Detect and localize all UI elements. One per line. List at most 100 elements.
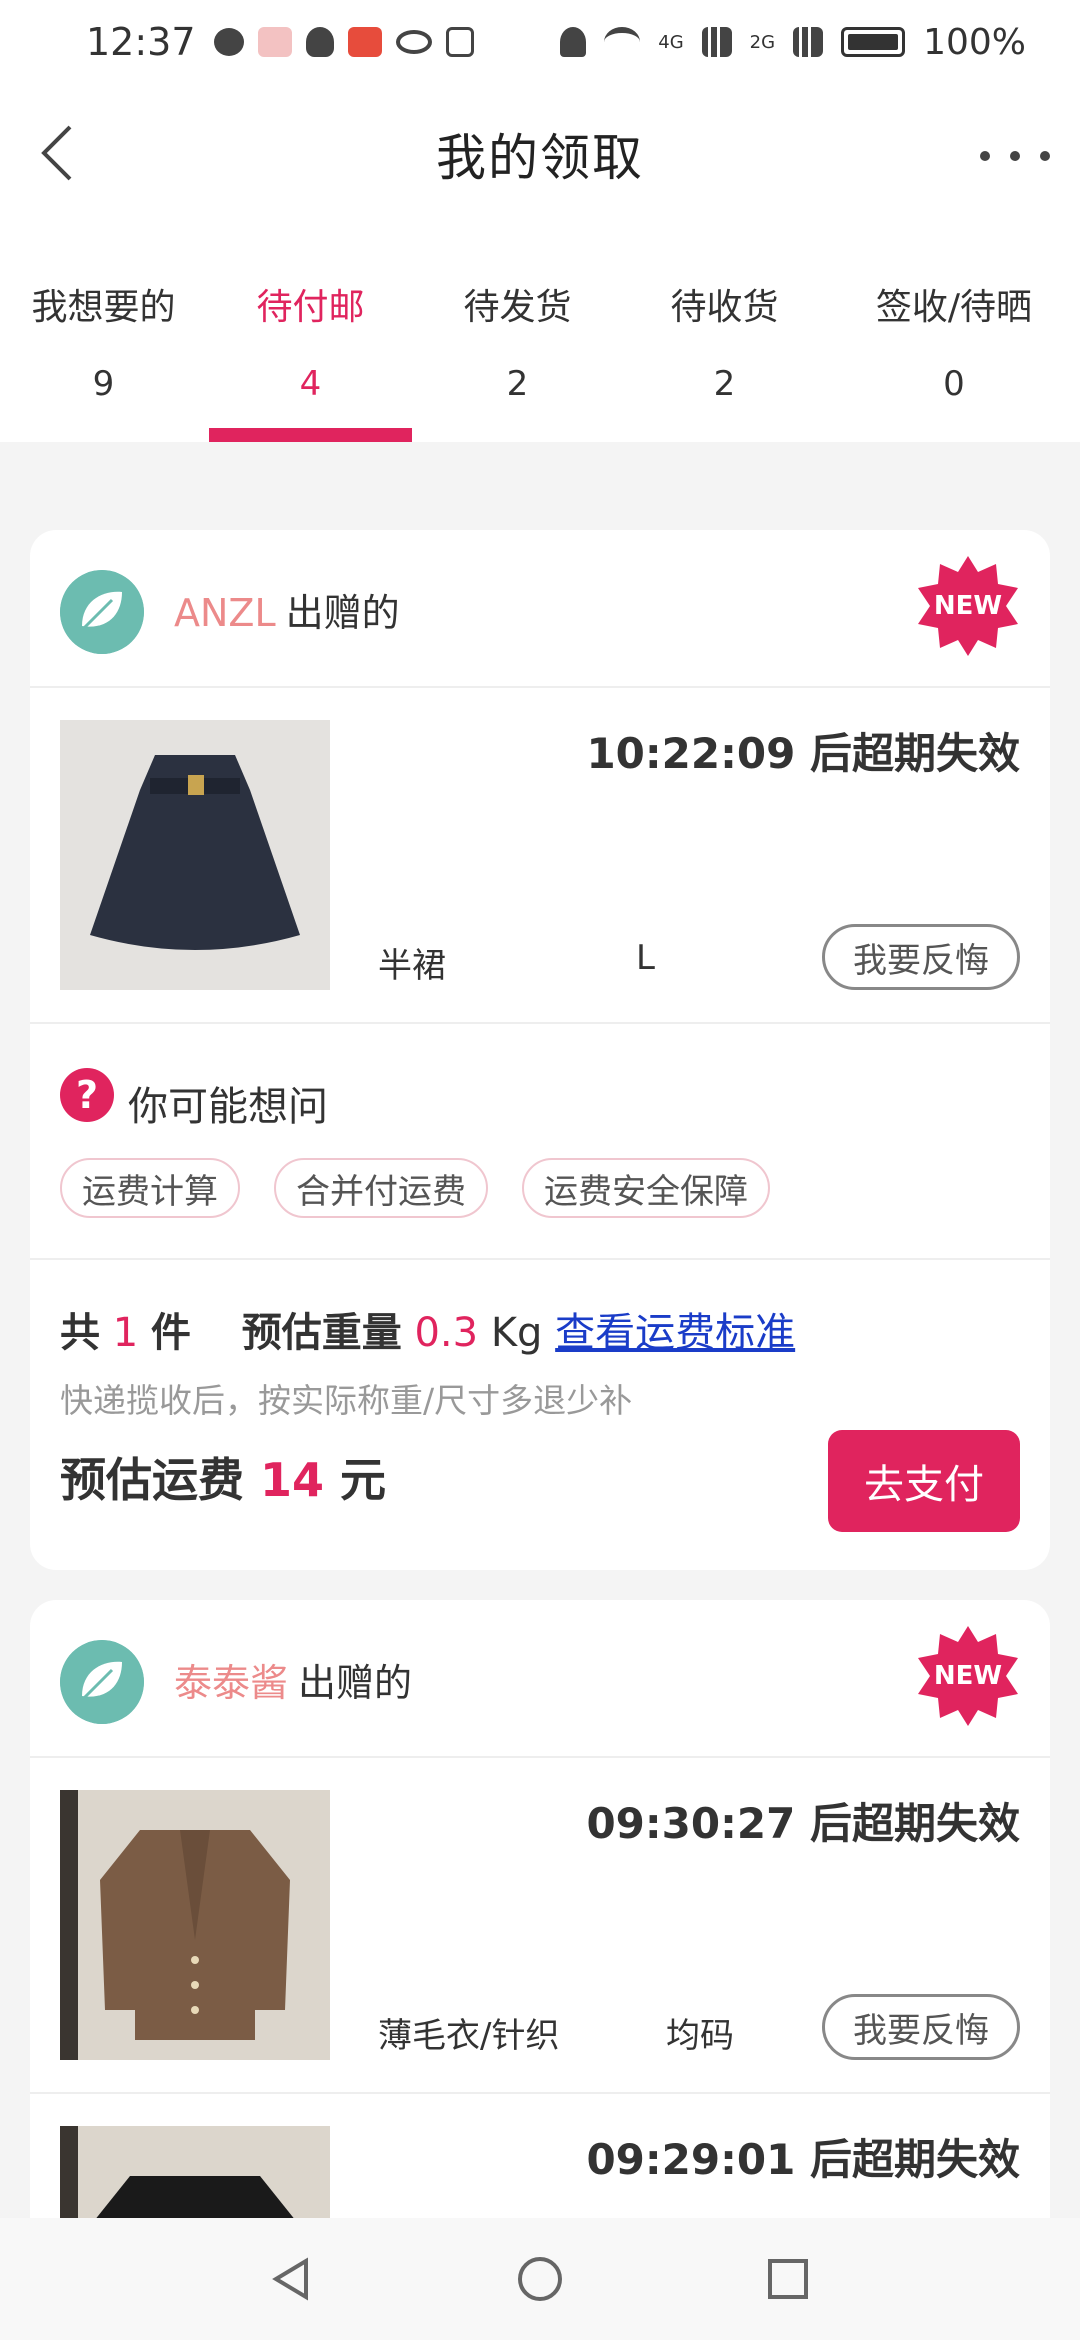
item-photo[interactable] [60,1790,330,2060]
tab-label: 待收货 [670,287,779,328]
tab-label: 签收/待晒 [875,287,1033,328]
eye-icon [395,30,432,54]
faq-chip-shipping-calc[interactable]: 运费计算 [60,1158,240,1218]
fee-unit: 元 [340,1453,387,1507]
leaf-avatar-icon [60,570,144,654]
new-badge: NEW [916,1624,1020,1728]
new-badge-text: NEW [933,1661,1003,1691]
back-button[interactable] [28,118,88,188]
tab-count: 4 [299,364,322,404]
faq-chip-shipping-guarantee[interactable]: 运费安全保障 [522,1158,770,1218]
expire-countdown: 09:29:01 后超期失效 [586,2135,1020,2184]
tab-pending-receipt[interactable]: 待收货 2 [621,224,828,442]
app-notification-icon [257,27,292,57]
donor-name[interactable]: 泰泰酱 [174,1661,288,1705]
tab-count: 2 [506,364,529,404]
donor-name[interactable]: ANZL [174,591,276,635]
active-tab-indicator [209,428,412,442]
expire-countdown: 10:22:09 后超期失效 [586,729,1020,778]
system-nav-bar [0,2218,1080,2340]
status-right: 4G 2G 100% [560,22,1026,63]
count-prefix: 共 [60,1310,100,1356]
status-bar: 12:37 4G 2G 100% [0,0,1080,84]
weight-unit: Kg [490,1310,543,1356]
huawei-store-icon [347,27,382,57]
new-badge: NEW [916,554,1020,658]
status-time: 12:37 [86,20,196,64]
page-title: 我的领取 [436,129,644,187]
item-category: 薄毛衣/针织 [378,2016,560,2056]
network-4g-icon: 4G [658,31,684,53]
question-icon: ? [60,1068,114,1122]
faq-chip-combined-postage[interactable]: 合并付运费 [274,1158,488,1218]
more-button[interactable] [980,136,1050,176]
new-badge-text: NEW [933,591,1003,621]
battery-percent: 100% [923,21,1026,63]
more-dot-icon [980,151,990,161]
donor-suffix: 出赠的 [285,591,400,635]
signal-icon-2 [793,27,824,57]
donor-text: 泰泰酱 出赠的 [174,1652,412,1707]
weight-line: 共 1 件 预估重量 0.3 Kg 查看运费标准 [60,1300,795,1358]
order-tabs: 我想要的 9 待付邮 4 待发货 2 待收货 2 签收/待晒 0 [0,224,1080,442]
donor-row[interactable]: 泰泰酱 出赠的 NEW [30,1600,1050,1758]
skirt-image [60,720,330,990]
mute-icon [560,27,587,57]
donor-suffix: 出赠的 [298,1661,413,1705]
wechat-icon [213,28,244,56]
tab-count: 2 [713,364,736,404]
tab-count: 0 [943,364,965,404]
fee-label: 预估运费 [60,1453,244,1507]
tab-count: 9 [92,364,115,404]
weight-value: 0.3 [414,1310,479,1356]
cardigan-image [60,1790,330,2060]
home-circle-icon[interactable] [516,2255,564,2303]
donor-text: ANZL 出赠的 [174,582,400,637]
avatar[interactable] [60,1640,144,1724]
nav-bar: 我的领取 [0,84,1080,224]
leaf-avatar-icon [60,1640,144,1724]
tab-pending-shipment[interactable]: 待发货 2 [414,224,621,442]
tab-label: 待发货 [463,287,572,328]
recents-square-icon[interactable] [764,2255,812,2303]
item-size: 均码 [666,2016,734,2056]
tab-received-review[interactable]: 签收/待晒 0 [828,224,1080,442]
back-triangle-icon[interactable] [268,2255,316,2303]
count-suffix: 件 [150,1310,191,1356]
donor-row[interactable]: ANZL 出赠的 NEW [30,530,1050,688]
signal-icon [701,27,732,57]
tab-pending-postage[interactable]: 待付邮 4 [207,224,414,442]
tab-label: 我想要的 [31,287,176,328]
more-dot-icon [1010,151,1020,161]
shipping-standard-link[interactable]: 查看运费标准 [555,1310,795,1356]
shipping-note: 快递揽收后，按实际称重/尺寸多退少补 [60,1381,633,1420]
network-2g-icon: 2G [749,31,776,53]
back-arrow-icon [41,125,72,181]
tab-label: 待付邮 [256,287,365,328]
faq-title: 你可能想问 [128,1084,328,1130]
payment-summary: 共 1 件 预估重量 0.3 Kg 查看运费标准 快递揽收后，按实际称重/尺寸多… [30,1260,1050,1570]
faq-section: ? 你可能想问 运费计算 合并付运费 运费安全保障 [30,1024,1050,1260]
weight-label: 预估重量 [241,1310,402,1356]
tab-wanted[interactable]: 我想要的 9 [0,224,207,442]
avatar[interactable] [60,570,144,654]
regret-button[interactable]: 我要反悔 [822,1994,1020,2060]
fee-value: 14 [260,1453,325,1507]
item-row[interactable]: 09:30:27 后超期失效 薄毛衣/针织 均码 我要反悔 [30,1758,1050,2094]
regret-button[interactable]: 我要反悔 [822,924,1020,990]
item-photo[interactable] [60,720,330,990]
expire-countdown: 09:30:27 后超期失效 [586,1799,1020,1848]
pay-button[interactable]: 去支付 [828,1430,1020,1532]
battery-icon [841,27,906,57]
notification-icons [213,27,474,57]
qq-icon [305,27,334,57]
item-category: 半裙 [378,946,446,986]
estimated-fee: 预估运费 14 元 [60,1444,386,1510]
gift-card: ANZL 出赠的 NEW 10:22:09 后超期失效 半裙 L 我要反悔 ? 你… [30,530,1050,1570]
faq-chips: 运费计算 合并付运费 运费安全保障 [60,1158,770,1218]
item-count: 1 [112,1310,139,1356]
item-size: L [636,938,655,978]
item-row[interactable]: 10:22:09 后超期失效 半裙 L 我要反悔 [30,688,1050,1024]
nfc-icon [445,27,474,57]
more-dot-icon [1040,151,1050,161]
